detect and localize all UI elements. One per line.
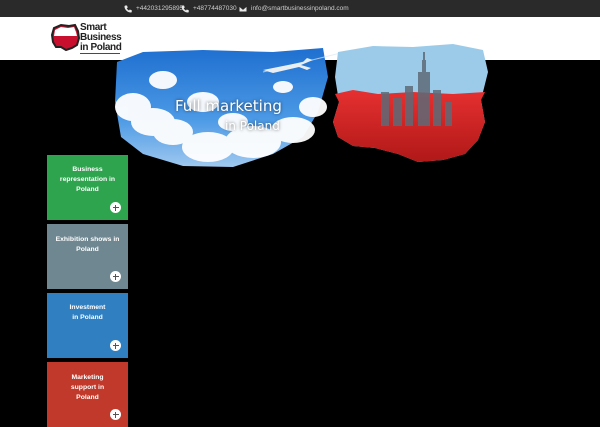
tile-label: Marketing support in Poland xyxy=(70,374,105,401)
email-address: info@smartbusinessinpoland.com xyxy=(251,5,349,12)
envelope-icon xyxy=(239,5,247,11)
plus-circle-icon[interactable] xyxy=(110,271,121,282)
tile-investment[interactable]: Investment in Poland xyxy=(47,293,128,358)
contact-phone-1[interactable]: +442031295895 xyxy=(124,3,183,14)
poland-map-logo-icon xyxy=(50,23,81,52)
logo-text-line-2: Business xyxy=(80,32,122,43)
banner-subline: in Poland xyxy=(225,119,280,133)
tile-label: Exhibition shows in Poland xyxy=(55,236,120,253)
tile-business-representation[interactable]: Business representation in Poland xyxy=(47,155,128,220)
contact-phone-2[interactable]: +48774487030 xyxy=(181,3,237,14)
tile-label: Business representation in Poland xyxy=(59,166,116,193)
phone-icon xyxy=(124,5,132,12)
plus-circle-icon[interactable] xyxy=(110,409,121,420)
phone-number-2: +48774487030 xyxy=(193,5,237,12)
plus-circle-icon[interactable] xyxy=(110,202,121,213)
phone-number-1: +442031295895 xyxy=(136,5,184,12)
phone-icon xyxy=(181,5,189,12)
tile-marketing-support[interactable]: Marketing support in Poland xyxy=(47,362,128,427)
top-contact-bar: +442031295895 +48774487030 info@smartbus… xyxy=(0,0,600,17)
hero-banner: Full marketing in Poland xyxy=(113,42,490,170)
logo-text-line-1: Smart xyxy=(80,22,107,33)
tile-exhibition-shows[interactable]: Exhibition shows in Poland xyxy=(47,224,128,289)
plus-circle-icon[interactable] xyxy=(110,340,121,351)
site-logo[interactable]: Smart Business in Poland xyxy=(50,22,122,56)
tile-label: Investment in Poland xyxy=(69,304,106,321)
banner-headline: Full marketing xyxy=(175,97,282,115)
hero-banner-image xyxy=(115,44,488,167)
contact-email[interactable]: info@smartbusinessinpoland.com xyxy=(239,3,349,14)
